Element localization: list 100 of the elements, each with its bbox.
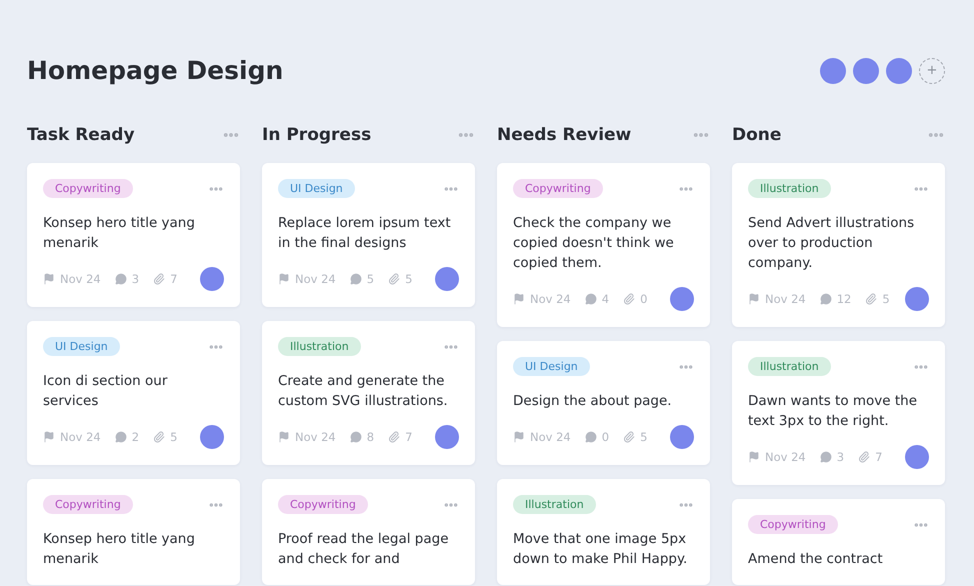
tag: UI Design xyxy=(43,337,120,356)
paperclip-icon xyxy=(623,431,636,443)
task-card[interactable]: Copywriting Proof read the legal page and check for and xyxy=(262,479,475,585)
attachment-count: 5 xyxy=(405,272,412,286)
member-avatar[interactable] xyxy=(820,58,846,84)
task-text: Proof read the legal page and check for and xyxy=(278,530,450,569)
comment-icon xyxy=(584,431,597,443)
comment-count: 2 xyxy=(132,430,140,444)
assignee-avatar xyxy=(905,287,929,311)
flag-icon xyxy=(748,293,760,305)
paperclip-icon xyxy=(153,273,166,285)
paperclip-icon xyxy=(388,431,400,443)
comment-icon xyxy=(114,273,127,285)
due-date: Nov 24 xyxy=(60,430,101,444)
task-card[interactable]: Copywriting Check the company we copied doesn't think we copied them. Nov 24 4 0 xyxy=(497,163,710,327)
attachment-count: 7 xyxy=(170,272,178,286)
task-text: Konsep hero title yang menarik xyxy=(43,214,196,253)
task-card[interactable]: Copywriting Amend the contract xyxy=(732,499,945,585)
attachment-count: 5 xyxy=(882,292,890,306)
due-date: Nov 24 xyxy=(530,430,571,444)
tag: Copywriting xyxy=(748,515,838,534)
column-title: Done xyxy=(732,125,782,145)
task-text: Replace lorem ipsum text in the final designs xyxy=(278,214,452,253)
column-title: In Progress xyxy=(262,125,372,145)
attachment-count: 7 xyxy=(875,450,882,464)
task-text: Create and generate the custom SVG illustrations. xyxy=(278,372,449,411)
flag-icon xyxy=(43,273,55,285)
task-text: Design the about page. xyxy=(513,392,673,411)
member-avatar[interactable] xyxy=(886,58,912,84)
comment-icon xyxy=(584,293,597,305)
task-text: Konsep hero title yang menarik xyxy=(43,530,196,569)
attachment-count: 7 xyxy=(405,430,412,444)
tag: Illustration xyxy=(748,357,831,376)
flag-icon xyxy=(278,273,290,285)
column-title: Task Ready xyxy=(27,125,135,145)
paperclip-icon xyxy=(388,273,400,285)
comment-icon xyxy=(820,293,832,305)
task-text: Amend the contract xyxy=(748,550,884,569)
assignee-avatar xyxy=(670,287,694,311)
task-text: Move that one image 5px down to make Phil Happy. xyxy=(513,530,688,569)
task-text: Icon di section our services xyxy=(43,372,168,411)
paperclip-icon xyxy=(153,431,166,443)
task-card[interactable]: UI Design Replace lorem ipsum text in the final designs Nov 24 5 5 xyxy=(262,163,475,307)
flag-icon xyxy=(278,431,290,443)
paperclip-icon xyxy=(858,451,870,463)
board-title: Homepage Design xyxy=(27,56,284,85)
comment-count: 12 xyxy=(836,292,852,306)
task-card[interactable]: Illustration Move that one image 5px down to make Phil Happy. xyxy=(497,479,710,585)
comment-icon xyxy=(820,451,832,463)
comment-count: 0 xyxy=(602,430,610,444)
assignee-avatar xyxy=(670,425,694,449)
attachment-count: 5 xyxy=(170,430,178,444)
attachment-count: 5 xyxy=(640,430,648,444)
tag: Illustration xyxy=(748,179,831,198)
comment-icon xyxy=(350,431,362,443)
task-card[interactable]: Copywriting Konsep hero title yang menarik Nov 24 3 7 xyxy=(27,163,240,307)
assignee-avatar xyxy=(200,425,224,449)
due-date: Nov 24 xyxy=(765,450,806,464)
comment-count: 3 xyxy=(836,450,844,464)
comment-count: 4 xyxy=(602,292,610,306)
due-date: Nov 24 xyxy=(60,272,101,286)
tag: Illustration xyxy=(278,337,361,356)
due-date: Nov 24 xyxy=(530,292,571,306)
member-avatar[interactable] xyxy=(853,58,879,84)
tag: Copywriting xyxy=(43,179,133,198)
comment-count: 8 xyxy=(366,430,374,444)
comment-count: 5 xyxy=(366,272,374,286)
flag-icon xyxy=(513,293,525,305)
flag-icon xyxy=(513,431,525,443)
task-card[interactable]: Copywriting Konsep hero title yang menarik xyxy=(27,479,240,585)
tag: Illustration xyxy=(513,495,596,514)
paperclip-icon xyxy=(865,293,878,305)
flag-icon xyxy=(43,431,55,443)
task-text: Send Advert illustrations over to production company. xyxy=(748,214,916,273)
due-date: Nov 24 xyxy=(295,272,336,286)
task-card[interactable]: UI Design Design the about page. Nov 24 0 5 xyxy=(497,341,710,465)
attachment-count: 0 xyxy=(640,292,648,306)
task-text: Check the company we copied doesn't think we copied them. xyxy=(513,214,675,273)
tag: UI Design xyxy=(513,357,590,376)
column-title: Needs Review xyxy=(497,125,632,145)
tag: Copywriting xyxy=(278,495,368,514)
task-text: Dawn wants to move the text 3px to the right. xyxy=(748,392,918,431)
comment-count: 3 xyxy=(132,272,140,286)
comment-icon xyxy=(350,273,362,285)
paperclip-icon xyxy=(623,293,636,305)
flag-icon xyxy=(748,451,760,463)
assignee-avatar xyxy=(200,267,224,291)
assignee-avatar xyxy=(435,425,459,449)
assignee-avatar xyxy=(435,267,459,291)
assignee-avatar xyxy=(905,445,929,469)
tag: Copywriting xyxy=(513,179,603,198)
task-card[interactable]: UI Design Icon di section our services Nov 24 2 5 xyxy=(27,321,240,465)
tag: UI Design xyxy=(278,179,355,198)
task-card[interactable]: Illustration Dawn wants to move the text 3px to the right. Nov 24 3 7 xyxy=(732,341,945,485)
comment-icon xyxy=(114,431,127,443)
tag: Copywriting xyxy=(43,495,133,514)
due-date: Nov 24 xyxy=(765,292,806,306)
due-date: Nov 24 xyxy=(295,430,336,444)
task-card[interactable]: Illustration Send Advert illustrations over to production company. Nov 24 12 5 xyxy=(732,163,945,327)
task-card[interactable]: Illustration Create and generate the custom SVG illustrations. Nov 24 8 7 xyxy=(262,321,475,465)
